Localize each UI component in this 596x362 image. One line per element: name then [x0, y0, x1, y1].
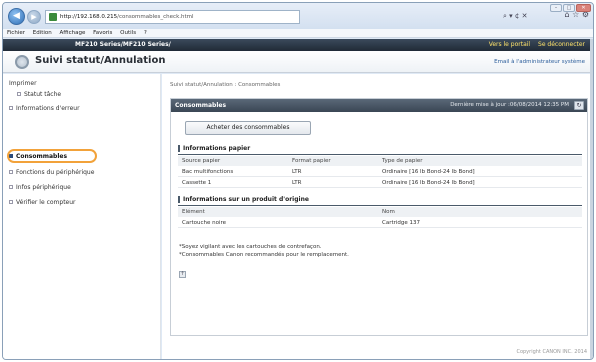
page-title: Suivi statut/Annulation: [35, 55, 166, 66]
maximize-icon[interactable]: □: [563, 4, 575, 12]
sidebar-item-label: Infos périphérique: [16, 184, 71, 191]
sidebar-item-label: Vérifier le compteur: [16, 199, 76, 206]
menu-bar: Fichier Edition Affichage Favoris Outils…: [3, 29, 593, 38]
device-model: MF210 Series/MF210 Series/: [75, 41, 171, 48]
bullet-icon: [17, 92, 21, 96]
product-bar: MF210 Series/MF210 Series/ Vers le porta…: [3, 39, 593, 51]
sidebar-item-label: Fonctions du périphérique: [16, 169, 95, 176]
genuine-table-header: Elément Nom: [178, 207, 582, 217]
minimize-icon[interactable]: –: [550, 4, 562, 12]
cell-element: Cartouche noire: [182, 220, 227, 226]
genuine-info-title: Informations sur un produit d'origine: [178, 196, 309, 203]
cell-format: LTR: [292, 169, 302, 175]
sidebar-item-informations-erreur[interactable]: Informations d'erreur: [9, 105, 80, 112]
menu-favoris[interactable]: Favoris: [93, 30, 112, 36]
breadcrumb: Suivi statut/Annulation : Consommables: [170, 82, 281, 88]
cell-source: Bac multifonctions: [182, 169, 234, 175]
menu-affichage[interactable]: Affichage: [60, 30, 86, 36]
sidebar-item-statut-tache[interactable]: Statut tâche: [17, 91, 61, 98]
paper-info-title: Informations papier: [178, 145, 250, 152]
col-element: Elément: [182, 209, 205, 215]
note-recommended: *Consommables Canon recommandés pour le …: [179, 252, 349, 258]
status-monitor-icon: [15, 55, 29, 69]
address-bar[interactable]: http://192.168.0.215/consommables_check.…: [45, 10, 300, 24]
close-icon[interactable]: ✕: [576, 4, 591, 12]
menu-help[interactable]: ?: [144, 30, 147, 36]
url-path: /consommables_check.html: [117, 14, 194, 20]
col-name: Nom: [382, 209, 395, 215]
refresh-icon[interactable]: ↻: [574, 101, 584, 110]
sidebar-item-fonctions-peripherique[interactable]: Fonctions du périphérique: [9, 169, 94, 176]
panel-header: Consommables Dernière mise à jour :06/08…: [171, 99, 587, 112]
menu-edition[interactable]: Edition: [33, 30, 52, 36]
menu-fichier[interactable]: Fichier: [7, 30, 25, 36]
window-controls: – □ ✕: [550, 4, 591, 13]
col-format: Format papier: [292, 158, 331, 164]
notes: *Soyez vigilant avec les cartouches de c…: [179, 243, 349, 259]
table-row: Cassette 1 LTR Ordinaire [16 lb Bond-24 …: [178, 178, 582, 188]
email-admin-link[interactable]: Email à l'administrateur système: [494, 59, 585, 65]
section-divider: [178, 205, 582, 206]
portal-links: Vers le portail Se déconnecter: [483, 39, 585, 51]
window-edge: [590, 39, 593, 359]
cell-type: Ordinaire [16 lb Bond-24 lb Bond]: [382, 169, 475, 175]
sidebar: Imprimer Statut tâche Informations d'err…: [3, 74, 161, 359]
bullet-icon: [9, 185, 13, 189]
highlight-ring: [7, 149, 97, 163]
logout-link[interactable]: Se déconnecter: [538, 41, 585, 48]
cell-source: Cassette 1: [182, 180, 212, 186]
col-source: Source papier: [182, 158, 221, 164]
table-row: Cartouche noire Cartridge 137: [178, 218, 582, 228]
table-row: Bac multifonctions LTR Ordinaire [16 lb …: [178, 167, 582, 177]
bullet-icon: [9, 106, 13, 110]
menu-outils[interactable]: Outils: [120, 30, 136, 36]
sidebar-item-infos-peripherique[interactable]: Infos périphérique: [9, 184, 71, 191]
main-content: Suivi statut/Annulation : Consommables C…: [162, 74, 593, 359]
bullet-icon: [9, 170, 13, 174]
forward-arrow-icon[interactable]: ▶: [27, 10, 41, 24]
panel-title: Consommables: [175, 102, 227, 109]
cell-format: LTR: [292, 180, 302, 186]
browser-window: ◀ ▶ http://192.168.0.215/consommables_ch…: [2, 2, 594, 360]
sidebar-item-label: Informations d'erreur: [16, 105, 80, 112]
buy-consumables-button[interactable]: Acheter des consommables: [185, 121, 311, 135]
cell-name: Cartridge 137: [382, 220, 421, 226]
sidebar-item-verifier-compteur[interactable]: Vérifier le compteur: [9, 199, 76, 206]
bullet-icon: [9, 200, 13, 204]
site-favicon-icon: [49, 13, 57, 21]
section-divider: [178, 154, 582, 155]
back-arrow-icon[interactable]: ◀: [8, 8, 25, 25]
page-header: Suivi statut/Annulation Email à l'admini…: [3, 51, 593, 73]
copyright: Copyright CANON INC. 2014: [516, 349, 587, 355]
sidebar-item-label: Statut tâche: [24, 91, 62, 98]
consumables-panel: Consommables Dernière mise à jour :06/08…: [170, 98, 588, 336]
cell-type: Ordinaire [16 lb Bond-24 lb Bond]: [382, 180, 475, 186]
last-update: Dernière mise à jour :06/08/2014 12:35 P…: [450, 102, 569, 108]
portal-link[interactable]: Vers le portail: [489, 41, 530, 48]
col-type: Type de papier: [382, 158, 423, 164]
scroll-to-top-icon[interactable]: ↑: [179, 271, 186, 278]
browser-toolbar: ◀ ▶ http://192.168.0.215/consommables_ch…: [3, 3, 593, 29]
paper-table-header: Source papier Format papier Type de papi…: [178, 156, 582, 166]
url-host: http://192.168.0.215: [60, 14, 118, 20]
sidebar-title: Imprimer: [9, 80, 37, 87]
note-counterfeit: *Soyez vigilant avec les cartouches de c…: [179, 244, 322, 250]
